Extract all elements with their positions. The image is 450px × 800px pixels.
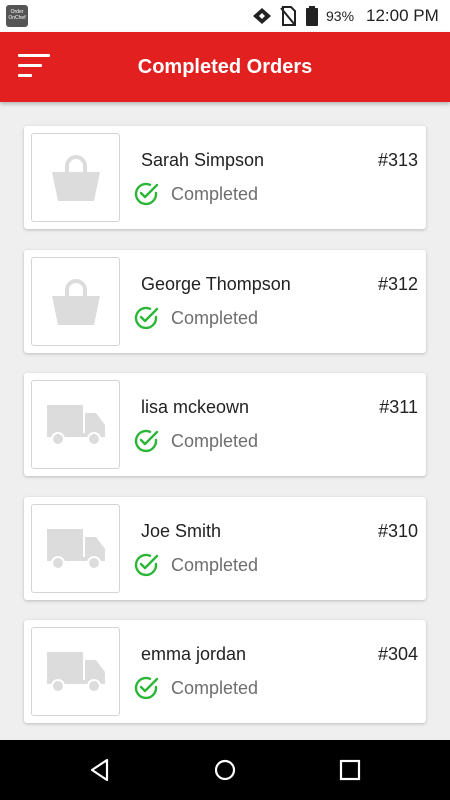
order-card[interactable]: Joe Smith #310 Completed (24, 497, 426, 600)
order-thumbnail (31, 133, 120, 222)
home-icon[interactable] (211, 756, 239, 784)
customer-name: George Thompson (141, 274, 291, 294)
order-thumbnail (31, 257, 120, 346)
order-number: #310 (377, 521, 418, 541)
navigation-bar (0, 740, 450, 800)
check-circle-icon (134, 676, 159, 700)
page-title: Completed Orders (137, 56, 313, 78)
order-status: Completed (171, 555, 259, 575)
signal-diamond-icon (253, 8, 271, 24)
order-status: Completed (171, 678, 259, 698)
back-icon[interactable] (86, 756, 114, 784)
customer-name: Sarah Simpson (141, 150, 265, 170)
check-circle-icon (134, 429, 159, 453)
battery-icon (306, 6, 318, 26)
check-circle-icon (134, 306, 159, 330)
check-circle-icon (134, 182, 159, 206)
app-notification-icon: Order OnChef (6, 5, 28, 27)
order-thumbnail (31, 380, 120, 469)
clock: 12:00 PM (366, 6, 439, 25)
no-sim-icon (280, 6, 296, 26)
recents-icon[interactable] (336, 756, 364, 784)
order-number: #311 (379, 397, 418, 417)
shopping-basket-icon (51, 278, 100, 325)
order-card[interactable]: emma jordan #304 Completed (24, 620, 426, 723)
order-number: #313 (377, 150, 418, 170)
order-status: Completed (171, 184, 259, 204)
delivery-truck-icon (46, 651, 105, 693)
shopping-basket-icon (51, 154, 100, 201)
customer-name: Joe Smith (141, 521, 222, 541)
status-bar: Order OnChef 93% 12:00 PM (0, 0, 450, 32)
delivery-truck-icon (46, 404, 105, 446)
customer-name: emma jordan (141, 644, 247, 664)
order-status: Completed (171, 431, 259, 451)
order-number: #304 (377, 644, 418, 664)
battery-percent: 93% (326, 8, 355, 24)
order-thumbnail (31, 504, 120, 593)
customer-name: lisa mckeown (141, 397, 250, 417)
order-card[interactable]: Sarah Simpson #313 Completed (24, 126, 426, 229)
delivery-truck-icon (46, 528, 105, 570)
order-card[interactable]: George Thompson #312 Completed (24, 250, 426, 353)
order-number: #312 (377, 274, 418, 294)
order-card[interactable]: lisa mckeown #311 Completed (24, 373, 426, 476)
order-status: Completed (171, 308, 259, 328)
order-list: Sarah Simpson #313 Completed George Thom… (0, 102, 450, 740)
order-thumbnail (31, 627, 120, 716)
check-circle-icon (134, 553, 159, 577)
app-bar: Completed Orders (0, 32, 450, 102)
